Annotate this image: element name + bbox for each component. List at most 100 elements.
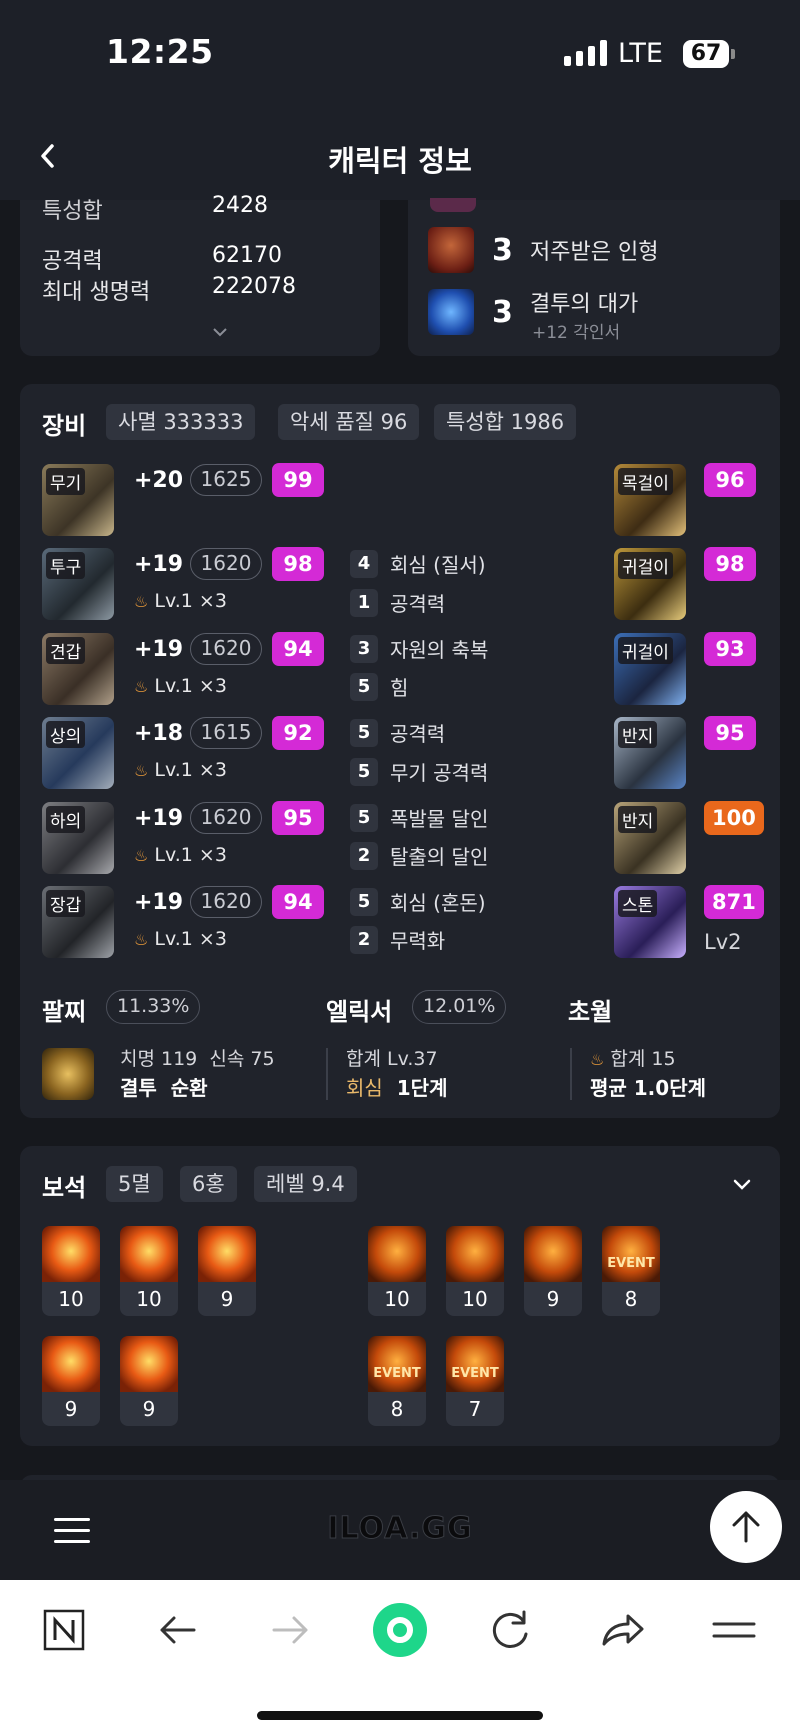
effect-row: 2 탈출의 달인 (350, 841, 488, 870)
gear-ilvl: 1625 (190, 464, 262, 496)
refresh-button[interactable] (480, 1600, 540, 1660)
effect-row: 5 공격력 (350, 718, 445, 747)
effect-row: 3 자원의 축복 (350, 634, 488, 663)
gear-level: ♨ Lv.1 ×3 (134, 590, 227, 612)
gem-cooldown[interactable]: 10 (368, 1226, 426, 1316)
stat-label-partial: 특성합 (42, 199, 103, 224)
equipment-chip: 악세 품질 96 (278, 404, 420, 440)
flame-icon: ♨ (590, 1050, 605, 1069)
quality-badge: 94 (272, 632, 324, 666)
naver-icon (43, 1609, 85, 1651)
gem-cooldown-event[interactable]: EVENT 8 (602, 1226, 660, 1316)
necklace-icon: 목걸이 (614, 464, 686, 536)
naver-home-button[interactable] (34, 1600, 94, 1660)
equipment-chip: 사멸 333333 (106, 404, 256, 440)
gems-card: 보석 5멸 6홍 레벨 9.4 10 10 9 10 10 9 EVENT 8 9… (20, 1146, 780, 1446)
elixir-total: 합계 Lv.37 (346, 1048, 438, 1070)
arrow-up-icon (732, 1511, 760, 1543)
engraving-count: 3 (492, 232, 513, 268)
gear-level: ♨ Lv.1 ×3 (134, 675, 227, 697)
hamburger-icon (712, 1622, 756, 1638)
network-type: LTE (618, 38, 663, 69)
gems-chip: 6홍 (180, 1166, 237, 1202)
home-indicator (257, 1711, 543, 1720)
gem-damage[interactable]: 10 (42, 1226, 100, 1316)
gem-cooldown[interactable]: 9 (524, 1226, 582, 1316)
gear-plus: +19 (134, 552, 184, 577)
chevron-down-icon[interactable] (212, 326, 228, 338)
quality-badge: 95 (272, 801, 324, 835)
event-label: EVENT (373, 1366, 421, 1381)
gear-ilvl: 1620 (190, 886, 262, 918)
gem-damage[interactable]: 9 (120, 1336, 178, 1426)
equipment-title: 장비 (42, 412, 87, 440)
stat-label-attack: 공격력 (42, 249, 103, 274)
gem-cooldown[interactable]: 10 (446, 1226, 504, 1316)
equipment-chip: 특성합 1986 (434, 404, 577, 440)
quality-badge: 98 (272, 547, 324, 581)
quality-badge: 96 (704, 463, 756, 497)
chest-icon: 상의 (42, 717, 114, 789)
effect-row: 5 회심 (혼돈) (350, 887, 486, 916)
event-label: EVENT (607, 1256, 655, 1271)
forward-nav-button[interactable] (260, 1600, 320, 1660)
transcend-total: ♨ 합계 15 (590, 1048, 676, 1070)
share-icon (602, 1614, 644, 1646)
bracelet-effect: 결투 순환 (120, 1076, 208, 1100)
bracelet-title: 팔찌 (42, 998, 87, 1026)
page-title: 캐릭터 정보 (328, 144, 472, 178)
chevron-down-icon[interactable] (732, 1178, 752, 1192)
battery-icon: 67 (683, 40, 729, 68)
gem-damage[interactable]: 10 (120, 1226, 178, 1316)
earring-icon: 귀걸이 (614, 548, 686, 620)
signal-icon (564, 40, 607, 66)
gem-cooldown-event[interactable]: EVENT 7 (446, 1336, 504, 1426)
gear-plus: +18 (134, 721, 184, 746)
gem-damage[interactable]: 9 (198, 1226, 256, 1316)
divider (570, 1048, 572, 1100)
site-logo[interactable]: ILOA.GG (0, 1511, 800, 1547)
share-button[interactable] (592, 1600, 652, 1660)
flame-icon: ♨ (134, 761, 149, 780)
quality-badge: 99 (272, 463, 324, 497)
event-label: EVENT (451, 1366, 499, 1381)
scroll-top-button[interactable] (710, 1491, 782, 1563)
pants-icon: 하의 (42, 802, 114, 874)
transcend-title: 초월 (568, 998, 613, 1026)
refresh-icon (492, 1610, 528, 1648)
flame-icon: ♨ (134, 592, 149, 611)
green-dot-button[interactable] (370, 1600, 430, 1660)
gear-plus: +19 (134, 890, 184, 915)
engraving-row[interactable]: 3 저주받은 인형 (428, 227, 658, 273)
gems-title: 보석 (42, 1174, 87, 1202)
gloves-icon: 장갑 (42, 886, 114, 958)
stat-value-hp: 222078 (212, 274, 296, 299)
bracelet-icon[interactable] (42, 1048, 94, 1100)
transcend-avg: 평균 1.0단계 (590, 1076, 706, 1100)
shoulder-icon: 견갑 (42, 633, 114, 705)
engravings-card: 3 저주받은 인형 3 결투의 대가 +12 각인서 (408, 198, 780, 356)
stone-icon: 스톤 (614, 886, 686, 958)
divider (326, 1048, 328, 1100)
master-brawler-icon (428, 289, 474, 335)
elixir-title: 엘릭서 (326, 998, 393, 1026)
cursed-doll-icon (428, 227, 474, 273)
flame-icon: ♨ (134, 930, 149, 949)
quality-badge: 871 (704, 885, 764, 919)
effect-row: 4 회심 (질서) (350, 549, 486, 578)
helmet-icon: 투구 (42, 548, 114, 620)
gem-damage[interactable]: 9 (42, 1336, 100, 1426)
engraving-name: 저주받은 인형 (530, 240, 659, 265)
back-nav-button[interactable] (148, 1600, 208, 1660)
effect-row: 5 무기 공격력 (350, 757, 488, 786)
bracelet-stat: 치명 119 신속 75 (120, 1048, 275, 1070)
gems-chip: 5멸 (106, 1166, 163, 1202)
engraving-sub: +12 각인서 (532, 323, 621, 343)
browser-menu-button[interactable] (704, 1600, 764, 1660)
engraving-name: 결투의 대가 (530, 292, 639, 317)
quality-badge: 95 (704, 716, 756, 750)
gear-level: ♨ Lv.1 ×3 (134, 759, 227, 781)
gear-ilvl: 1620 (190, 633, 262, 665)
gem-cooldown-event[interactable]: EVENT 8 (368, 1336, 426, 1426)
elixir-effect: 회심 1단계 (346, 1076, 448, 1100)
